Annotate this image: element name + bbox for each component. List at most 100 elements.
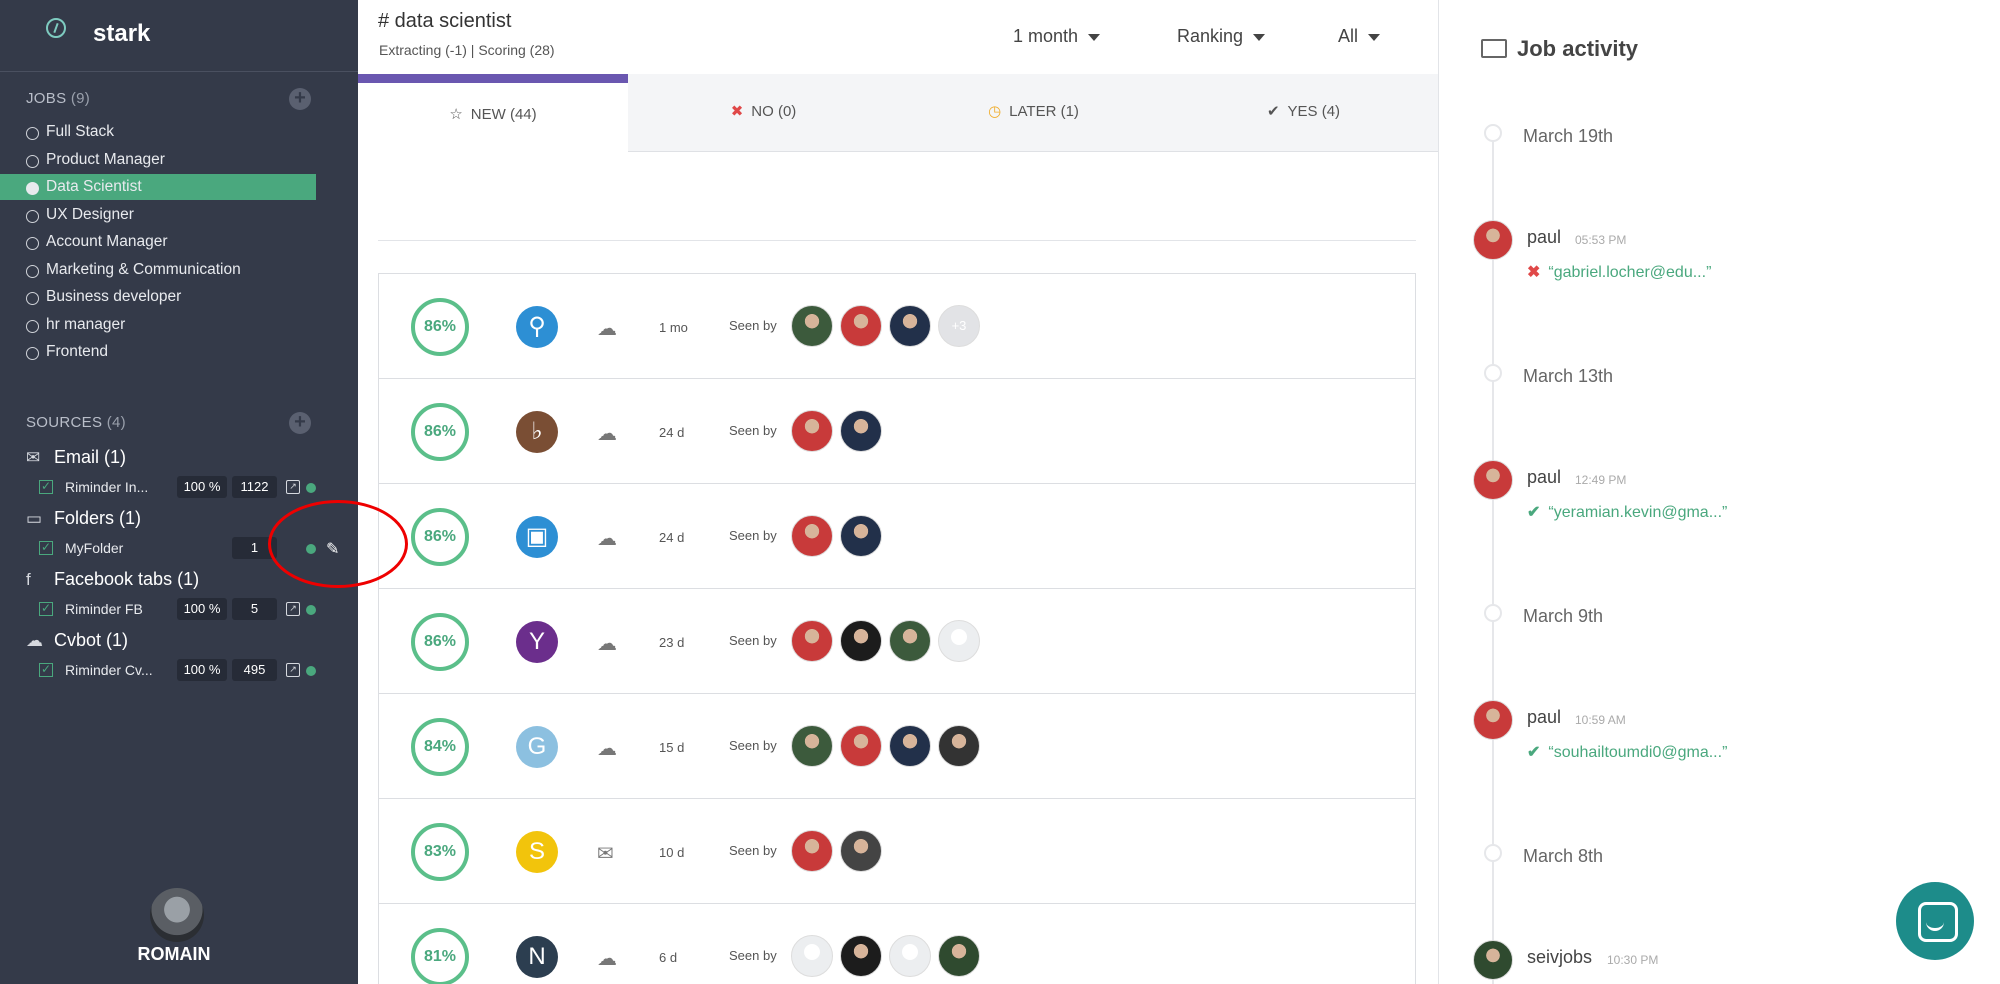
viewer-avatar-placeholder: [938, 620, 980, 662]
tab-no[interactable]: ✖ NO (0): [629, 74, 898, 152]
panel-title-text: Job activity: [1517, 36, 1639, 61]
tab-label: NO (0): [751, 103, 797, 120]
job-item[interactable]: Product Manager: [0, 147, 316, 173]
check-icon: ✔: [1527, 504, 1541, 521]
activity-user-avatar: [1473, 460, 1513, 500]
job-label: UX Designer: [46, 205, 134, 223]
source-row[interactable]: ✓ Riminder In... 100 % 1122 ↗: [0, 476, 358, 500]
app-name: stark: [93, 20, 151, 47]
candidate-card[interactable]: 81% N ☁ 6 d Seen by: [378, 903, 1416, 984]
viewer-avatar: [791, 830, 833, 872]
cross-icon: ✖: [730, 103, 744, 120]
user-avatar[interactable]: [150, 888, 204, 942]
clock-icon: ◷: [988, 103, 1002, 120]
activity-time: 10:59 AM: [1575, 713, 1626, 727]
seen-by-label: Seen by: [729, 843, 777, 858]
candidate-card[interactable]: 86% ▣ ☁ 24 d Seen by: [378, 483, 1416, 589]
activity-message-text: “souhailtoumdi0@gma...”: [1548, 744, 1728, 761]
brand-header: stark: [0, 0, 358, 72]
activity-message[interactable]: ✔ “yeramian.kevin@gma...”: [1527, 502, 1727, 522]
job-item[interactable]: Full Stack: [0, 119, 316, 145]
viewer-avatar: [889, 305, 931, 347]
cloud-upload-icon: ☁: [597, 948, 617, 970]
viewer-avatar: [791, 515, 833, 557]
external-link-icon[interactable]: ↗: [286, 663, 300, 677]
job-item[interactable]: Marketing & Communication: [0, 257, 316, 283]
job-item[interactable]: Account Manager: [0, 229, 316, 255]
scope-dropdown[interactable]: All: [1338, 26, 1381, 47]
activity-message[interactable]: ✖ “gabriel.locher@edu...”: [1527, 262, 1711, 282]
checkbox-checked-icon[interactable]: ✓: [39, 541, 53, 555]
sort-dropdown-label: Ranking: [1177, 26, 1244, 46]
sort-dropdown[interactable]: Ranking: [1177, 26, 1266, 47]
source-row[interactable]: ✓ Riminder FB 100 % 5 ↗: [0, 598, 358, 622]
status-dot: [306, 605, 316, 615]
job-item[interactable]: Frontend: [0, 339, 316, 365]
activity-date: March 9th: [1523, 606, 1604, 626]
envelope-icon: ✉: [597, 843, 614, 865]
activity-user: paul: [1527, 707, 1562, 727]
checkbox-checked-icon[interactable]: ✓: [39, 480, 53, 494]
activity-time: 12:49 PM: [1575, 473, 1627, 487]
checkbox-checked-icon[interactable]: ✓: [39, 663, 53, 677]
candidate-age: 10 d: [659, 845, 685, 860]
timeline-dot: [1484, 604, 1502, 622]
seen-by-label: Seen by: [729, 318, 777, 333]
source-name: Riminder Cv...: [65, 662, 153, 678]
source-title-text: Email (1): [54, 447, 127, 467]
folder-icon: ▭: [26, 509, 43, 528]
job-item[interactable]: UX Designer: [0, 202, 316, 228]
viewer-avatar: [938, 725, 980, 767]
more-viewers-badge[interactable]: +3: [938, 305, 980, 347]
chat-launcher-button[interactable]: [1896, 882, 1974, 960]
candidate-card[interactable]: 86% Y ☁ 23 d Seen by: [378, 588, 1416, 694]
match-score: 86%: [411, 613, 469, 671]
status-tabs: ☆ NEW (44) ✖ NO (0) ◷ LATER (1) ✔ YES (4): [358, 74, 1438, 152]
newspaper-icon: [1481, 39, 1507, 58]
activity-message[interactable]: ✔ “souhailtoumdi0@gma...”: [1527, 742, 1727, 762]
checkbox-checked-icon[interactable]: ✓: [39, 602, 53, 616]
period-dropdown[interactable]: 1 month: [1013, 26, 1101, 47]
activity-time: 10:30 PM: [1607, 953, 1659, 967]
cloud-upload-icon: ☁: [597, 318, 617, 340]
add-source-button[interactable]: +: [289, 412, 311, 434]
job-item[interactable]: Business developer: [0, 284, 316, 310]
candidate-avatar: ⚲: [516, 306, 558, 348]
cloud-upload-icon: ☁: [597, 528, 617, 550]
match-score: 86%: [411, 508, 469, 566]
external-link-icon[interactable]: ↗: [286, 480, 300, 494]
source-title: ☁ Cvbot (1): [26, 630, 128, 651]
seen-by-label: Seen by: [729, 423, 777, 438]
job-label: hr manager: [46, 315, 126, 333]
tab-later[interactable]: ◷ LATER (1): [898, 74, 1169, 152]
jobs-header-label: JOBS: [26, 90, 67, 107]
external-link-icon[interactable]: ↗: [286, 602, 300, 616]
seen-by-label: Seen by: [729, 948, 777, 963]
add-job-button[interactable]: +: [289, 88, 311, 110]
job-label: Account Manager: [46, 233, 168, 250]
job-item[interactable]: hr manager: [0, 312, 316, 338]
source-title: ▭ Folders (1): [26, 508, 141, 529]
candidate-age: 6 d: [659, 950, 678, 965]
activity-user-avatar: [1473, 220, 1513, 260]
cloud-icon: ☁: [26, 631, 43, 650]
source-title: ✉ Email (1): [26, 447, 126, 468]
candidate-card[interactable]: 86% ⚲ ☁ 1 mo Seen by +3: [378, 273, 1416, 379]
activity-date: March 19th: [1523, 126, 1614, 146]
job-item[interactable]: Data Scientist: [0, 174, 316, 200]
source-row[interactable]: ✓ Riminder Cv... 100 % 495 ↗: [0, 659, 358, 683]
period-dropdown-label: 1 month: [1013, 26, 1079, 46]
candidate-card[interactable]: 83% S ✉ 10 d Seen by: [378, 798, 1416, 904]
divider: [378, 240, 1416, 241]
source-name: Riminder FB: [65, 601, 143, 617]
seen-by-label: Seen by: [729, 738, 777, 753]
candidate-card[interactable]: 84% G ☁ 15 d Seen by: [378, 693, 1416, 799]
candidate-age: 15 d: [659, 740, 685, 755]
tab-yes[interactable]: ✔ YES (4): [1169, 74, 1438, 152]
job-label: Product Manager: [46, 150, 165, 168]
caret-down-icon: [1253, 33, 1266, 41]
activity-user-avatar: [1473, 700, 1513, 740]
candidate-card[interactable]: 86% ♭ ☁ 24 d Seen by: [378, 378, 1416, 484]
facebook-icon: f: [26, 570, 31, 589]
tab-new[interactable]: ☆ NEW (44): [358, 74, 628, 152]
